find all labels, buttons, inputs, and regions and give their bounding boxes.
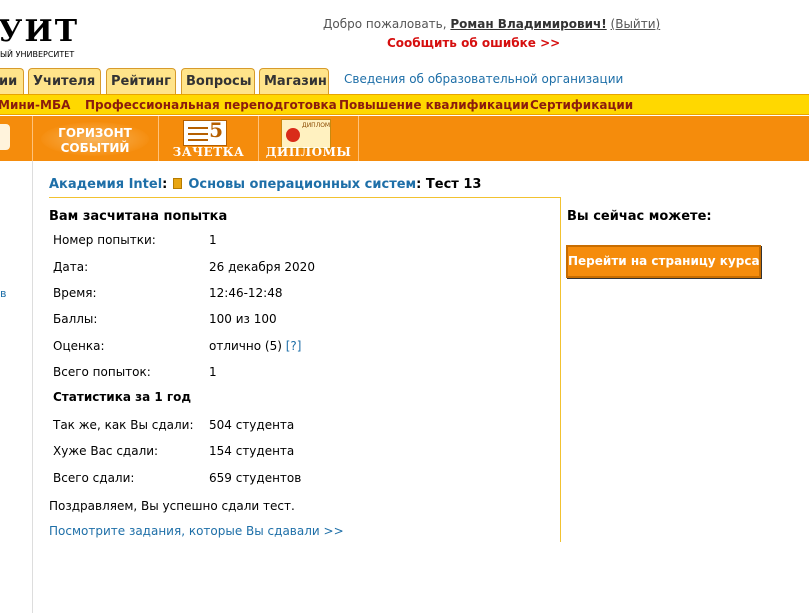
menu-certification[interactable]: Сертификации xyxy=(530,98,633,112)
score-label: Баллы: xyxy=(53,312,98,326)
zachetka-item[interactable]: 5 ЗАЧЕТКА xyxy=(158,116,258,161)
go-to-course-button[interactable]: Перейти на страницу курса xyxy=(566,245,761,278)
left-sidebar-link[interactable]: в xyxy=(0,287,6,300)
tab-rating[interactable]: Рейтинг xyxy=(106,68,176,94)
grade-label: Оценка: xyxy=(53,339,105,353)
content-divider xyxy=(49,197,561,198)
breadcrumb-test: : Тест 13 xyxy=(416,177,482,192)
breadcrumb: Академия Intel: Основы операционных систе… xyxy=(49,177,481,192)
menu-qualification[interactable]: Повышение квалификации xyxy=(339,98,529,112)
worse-score-label: Хуже Вас сдали: xyxy=(53,444,159,458)
menu-mini-mba[interactable]: Мини-МБА xyxy=(0,98,70,112)
grade-help-link[interactable]: [?] xyxy=(286,339,302,353)
logo-subtitle: ЫЙ УНИВЕРСИТЕТ xyxy=(0,50,75,59)
menu-divider xyxy=(358,116,359,161)
tab-partial[interactable]: ии xyxy=(0,68,24,94)
horizon-line2: СОБЫТИЙ xyxy=(60,141,130,155)
grade-value: отлично (5) xyxy=(209,339,282,353)
welcome-prefix: Добро пожаловать, xyxy=(323,17,447,31)
total-passed-label: Всего сдали: xyxy=(53,471,135,485)
result-heading: Вам засчитана попытка xyxy=(49,209,228,224)
tab-questions[interactable]: Вопросы xyxy=(181,68,255,94)
book-icon xyxy=(173,178,183,189)
top-red-banner xyxy=(0,0,809,4)
time-label: Время: xyxy=(53,286,97,300)
service-menu: ГОРИЗОНТ СОБЫТИЙ 5 ЗАЧЕТКА ДИПЛОМ ДИПЛОМ… xyxy=(0,116,809,161)
breadcrumb-course[interactable]: Основы операционных систем xyxy=(188,177,416,192)
date-value: 26 декабря 2020 xyxy=(209,260,315,274)
congrats-text: Поздравляем, Вы успешно сдали тест. xyxy=(49,499,295,513)
seal-icon xyxy=(286,128,300,142)
attempt-number-value: 1 xyxy=(209,233,217,247)
zachetka-label: ЗАЧЕТКА xyxy=(172,145,245,159)
site-logo[interactable]: УИТ ЫЙ УНИВЕРСИТЕТ xyxy=(0,14,80,60)
breadcrumb-sep: : xyxy=(162,177,168,192)
logo-title: УИТ xyxy=(0,14,80,49)
date-label: Дата: xyxy=(53,260,89,274)
worse-score-value: 154 студента xyxy=(209,444,295,458)
total-passed-value: 659 студентов xyxy=(209,471,302,485)
grade-value-row: отлично (5) [?] xyxy=(209,339,301,353)
welcome-text: Добро пожаловать, Роман Владимирович! (В… xyxy=(323,17,660,31)
tab-shop[interactable]: Магазин xyxy=(259,68,329,94)
horizon-events-icon: ГОРИЗОНТ СОБЫТИЙ xyxy=(41,122,149,156)
user-name-link[interactable]: Роман Владимирович! xyxy=(450,17,606,31)
column-separator xyxy=(560,197,561,542)
total-attempts-value: 1 xyxy=(209,365,217,379)
horizon-line1: ГОРИЗОНТ xyxy=(58,126,132,140)
main-tabs: ии Учителя Рейтинг Вопросы Магазин Сведе… xyxy=(0,67,809,94)
report-error-link[interactable]: Сообщить об ошибке >> xyxy=(387,36,560,50)
breadcrumb-academy[interactable]: Академия Intel xyxy=(49,177,162,192)
gradebook-icon: 5 xyxy=(183,118,227,146)
time-value: 12:46-12:48 xyxy=(209,286,283,300)
logout-link[interactable]: (Выйти) xyxy=(611,17,661,31)
diploma-icon-text: ДИПЛОМ xyxy=(302,122,331,129)
diplomas-label: ДИПЛОМЫ xyxy=(265,145,352,159)
view-tasks-link[interactable]: Посмотрите задания, которые Вы сдавали >… xyxy=(49,524,344,538)
horizon-events-item[interactable]: ГОРИЗОНТ СОБЫТИЙ xyxy=(32,116,158,161)
score-value: 100 из 100 xyxy=(209,312,277,326)
same-score-value: 504 студента xyxy=(209,418,295,432)
menu-retraining[interactable]: Профессиональная переподготовка xyxy=(85,98,337,112)
same-score-label: Так же, как Вы сдали: xyxy=(53,418,194,432)
actions-heading: Вы сейчас можете: xyxy=(567,209,712,224)
attempt-number-label: Номер попытки: xyxy=(53,233,156,247)
total-attempts-label: Всего попыток: xyxy=(53,365,151,379)
tab-teachers[interactable]: Учителя xyxy=(28,68,101,94)
diplomas-item[interactable]: ДИПЛОМ ДИПЛОМЫ xyxy=(258,116,358,161)
org-info-link[interactable]: Сведения об образовательной организации xyxy=(344,72,623,86)
stats-heading: Статистика за 1 год xyxy=(53,390,192,404)
program-menu: Мини-МБА Профессиональная переподготовка… xyxy=(0,94,809,115)
partial-menu-icon[interactable] xyxy=(0,124,10,150)
grade-five: 5 xyxy=(209,118,223,142)
left-column-border xyxy=(32,161,33,613)
